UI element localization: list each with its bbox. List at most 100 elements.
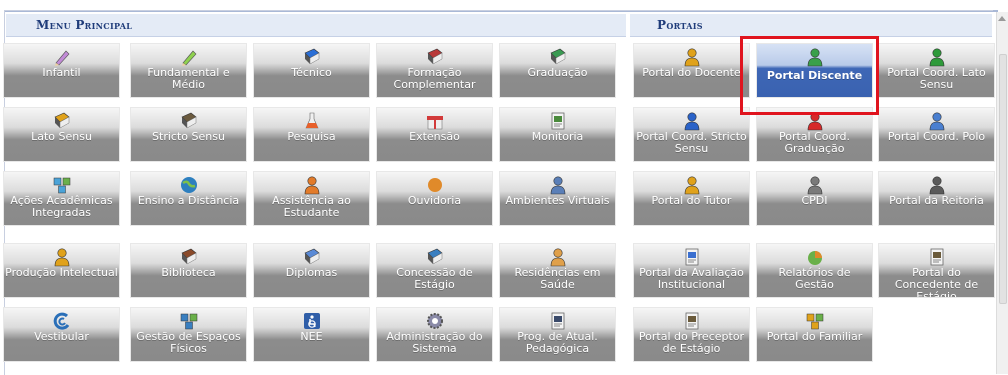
portais-tile-1[interactable]: Portal Discente [756, 43, 873, 98]
menu_principal-tile-7[interactable]: Pesquisa [253, 107, 370, 162]
portais-tile-8[interactable]: Portal da Reitoria [878, 171, 995, 226]
menu_principal-tile-10[interactable]: Ações Acadêmicas Integradas [3, 171, 120, 226]
portais-tile-5[interactable]: Portal Coord. Polo [878, 107, 995, 162]
menu_principal-tile-24[interactable]: Prog. de Atual. Pedagógica [499, 307, 616, 362]
portais-tile-11[interactable]: Portal do Concedente de Estágio [878, 243, 995, 298]
portais-tile-label: Portal do Preceptor de Estágio [638, 330, 745, 355]
menu_principal-tile-label: Gestão de Espaços Físicos [136, 330, 241, 355]
menu_principal-tile-5[interactable]: Lato Sensu [3, 107, 120, 162]
menu_principal-tile-label: Ações Acadêmicas Integradas [10, 194, 113, 219]
menu-principal-header: Menu Principal [6, 14, 626, 37]
contact-card-icon [927, 247, 947, 267]
user-award-icon [52, 247, 72, 267]
portais-tile-7[interactable]: CPDI [756, 171, 873, 226]
user-tutor-icon [682, 175, 702, 195]
portais-tile-label: Relatórios de Gestão [778, 266, 851, 291]
portais-tile-label: Portal da Reitoria [889, 194, 984, 207]
menu_principal-tile-label: Infantil [42, 66, 81, 79]
user-red-icon [805, 111, 825, 131]
scroll-thumb[interactable] [999, 54, 1007, 304]
menu_principal-tile-label: Biblioteca [161, 266, 216, 279]
user-blue-icon [682, 111, 702, 131]
menu_principal-tile-17[interactable]: Diplomas [253, 243, 370, 298]
menu_principal-tile-label: Monitoria [531, 130, 584, 143]
menu_principal-tile-3[interactable]: Formação Complementar [376, 43, 493, 98]
menu_principal-tile-label: Concessão de Estágio [396, 266, 473, 291]
portais-tile-label: Portal do Familiar [766, 330, 863, 343]
menu_principal-tile-21[interactable]: Gestão de Espaços Físicos [130, 307, 247, 362]
portais-tile-9[interactable]: Portal da Avaliação Institucional [633, 243, 750, 298]
user-tie-icon [927, 111, 947, 131]
briefcase-icon [179, 111, 199, 131]
menu_principal-tile-18[interactable]: Concessão de Estágio [376, 243, 493, 298]
menu_principal-tile-label: Stricto Sensu [152, 130, 225, 143]
menu_principal-tile-label: Vestibular [34, 330, 89, 343]
portais-tile-0[interactable]: Portal do Docente [633, 43, 750, 98]
menu_principal-tile-12[interactable]: Assistência ao Estudante [253, 171, 370, 226]
menu_principal-tile-label: Extensão [409, 130, 460, 143]
blue-book-icon [302, 47, 322, 67]
menu_principal-tile-4[interactable]: Graduação [499, 43, 616, 98]
menu_principal-tile-1[interactable]: Fundamental e Médio [130, 43, 247, 98]
menu_principal-tile-9[interactable]: Monitoria [499, 107, 616, 162]
crayons-icon [52, 47, 72, 67]
portais-tile-label: Portal Coord. Stricto Sensu [636, 130, 747, 155]
network-icon [179, 311, 199, 331]
menu_principal-tile-11[interactable]: Ensino a Distância [130, 171, 247, 226]
portais-tile-13[interactable]: Portal do Familiar [756, 307, 873, 362]
portais-tile-3[interactable]: Portal Coord. Stricto Sensu [633, 107, 750, 162]
menu_principal-tile-19[interactable]: Residências em Saúde [499, 243, 616, 298]
menu_principal-tile-13[interactable]: Ouvidoria [376, 171, 493, 226]
portais-tile-label: Portal do Tutor [651, 194, 732, 207]
document-check-icon [682, 247, 702, 267]
menu_principal-tile-label: Lato Sensu [31, 130, 92, 143]
user-suit-icon [805, 175, 825, 195]
user-orange-icon [682, 47, 702, 67]
portais-tile-label: Portal Discente [766, 69, 863, 82]
menu_principal-tile-8[interactable]: Extensão [376, 107, 493, 162]
menu_principal-tile-label: Ambientes Virtuais [505, 194, 610, 207]
portais-title: Portais [657, 18, 703, 32]
menu_principal-tile-15[interactable]: Produção Intelectual [3, 243, 120, 298]
menu_principal-tile-label: Assistência ao Estudante [272, 194, 351, 219]
contact-card-icon [682, 311, 702, 331]
users-group-icon [548, 175, 568, 195]
globe-user-icon [179, 175, 199, 195]
pencil-icon [179, 47, 199, 67]
folder-icon [52, 111, 72, 131]
monitor-teacher-icon [548, 311, 568, 331]
red-book-icon [425, 47, 445, 67]
portais-tile-12[interactable]: Portal do Preceptor de Estágio [633, 307, 750, 362]
menu_principal-tile-label: Ouvidoria [407, 194, 462, 207]
portais-tile-label: Portal Coord. Polo [887, 130, 986, 143]
menu_principal-tile-label: Pesquisa [287, 130, 336, 143]
menu_principal-tile-label: Residências em Saúde [514, 266, 601, 291]
gear-icon [425, 311, 445, 331]
menu_principal-tile-2[interactable]: Técnico [253, 43, 370, 98]
menu_principal-tile-label: Diplomas [285, 266, 338, 279]
vertical-scrollbar[interactable] [996, 12, 1008, 374]
presentation-board-icon [548, 111, 568, 131]
portais-tile-10[interactable]: Relatórios de Gestão [756, 243, 873, 298]
scroll-up-arrow-icon[interactable] [998, 16, 1006, 21]
menu_principal-tile-16[interactable]: Biblioteca [130, 243, 247, 298]
portais-tile-label: CPDI [801, 194, 828, 207]
menu_principal-tile-0[interactable]: Infantil [3, 43, 120, 98]
menu_principal-tile-label: Fundamental e Médio [147, 66, 230, 91]
menu_principal-tile-6[interactable]: Stricto Sensu [130, 107, 247, 162]
flask-icon [302, 111, 322, 131]
menu_principal-tile-20[interactable]: Vestibular [3, 307, 120, 362]
spiral-icon [52, 311, 72, 331]
menu_principal-tile-label: Administração do Sistema [386, 330, 483, 355]
portais-tile-2[interactable]: Portal Coord. Lato Sensu [878, 43, 995, 98]
portais-tile-6[interactable]: Portal do Tutor [633, 171, 750, 226]
menu_principal-tile-23[interactable]: Administração do Sistema [376, 307, 493, 362]
user-green-icon [927, 47, 947, 67]
menu_principal-tile-14[interactable]: Ambientes Virtuais [499, 171, 616, 226]
menu_principal-tile-22[interactable]: NEE [253, 307, 370, 362]
menu-principal-title: Menu Principal [36, 18, 133, 32]
portais-tile-label: Portal da Avaliação Institucional [639, 266, 744, 291]
menu_principal-tile-label: Formação Complementar [393, 66, 476, 91]
portais-tile-4[interactable]: Portal Coord. Graduação [756, 107, 873, 162]
certificate-icon [302, 247, 322, 267]
